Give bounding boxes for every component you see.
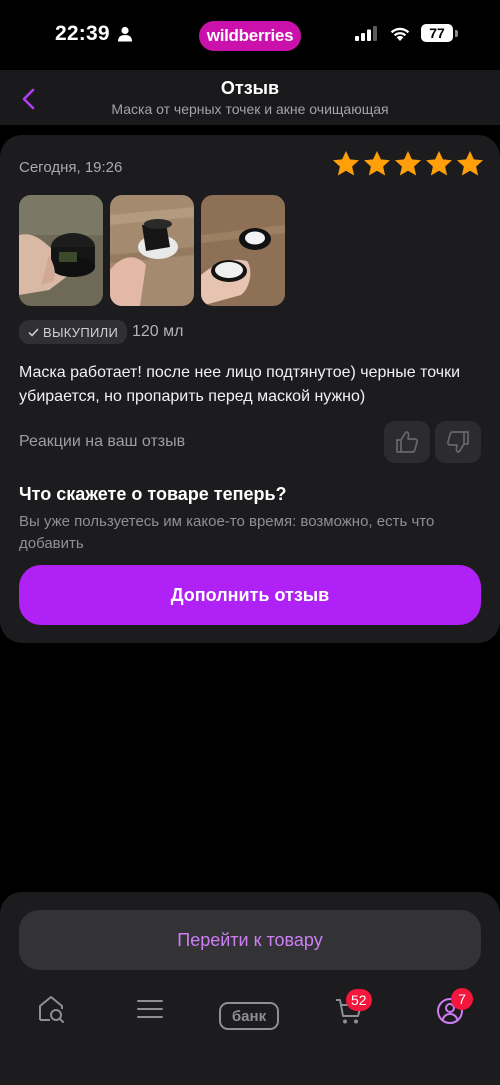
product-size: 120 мл bbox=[132, 323, 184, 340]
dislike-button[interactable] bbox=[435, 421, 481, 463]
cellular-signal-icon bbox=[355, 26, 377, 41]
review-photo-2[interactable] bbox=[110, 195, 194, 306]
profile-count-badge: 7 bbox=[451, 988, 473, 1010]
bottom-panel: Перейти к товару банк 52 7 bbox=[0, 892, 500, 1085]
person-icon bbox=[118, 26, 132, 42]
review-text: Маска работает! после нее лицо подтянуто… bbox=[19, 364, 461, 405]
review-photo-1[interactable] bbox=[19, 195, 103, 306]
product-name: Маска от черных точек и акне очищающая bbox=[111, 101, 389, 117]
review-date: Сегодня, 19:26 bbox=[19, 159, 123, 176]
check-icon bbox=[28, 327, 39, 337]
catalog-menu-icon[interactable] bbox=[136, 994, 164, 1024]
star-icon bbox=[426, 151, 452, 176]
bank-label: банк bbox=[231, 1007, 267, 1025]
wildberries-logo: wildberries bbox=[199, 21, 301, 51]
star-icon bbox=[395, 151, 421, 176]
review-photo-3[interactable] bbox=[201, 195, 285, 306]
status-bar: 22:39 wildberries 77 bbox=[0, 0, 500, 70]
profile-tab[interactable]: 7 bbox=[435, 988, 475, 1030]
reactions-label: Реакции на ваш отзыв bbox=[19, 433, 186, 450]
thumbs-down-icon bbox=[447, 431, 469, 453]
purchased-label: ВЫКУПИЛИ bbox=[43, 324, 119, 340]
followup-question: Что скажете о товаре теперь? bbox=[19, 484, 287, 504]
like-button[interactable] bbox=[384, 421, 430, 463]
status-time: 22:39 bbox=[55, 22, 110, 45]
home-search-icon[interactable] bbox=[36, 994, 66, 1024]
battery-tip bbox=[455, 30, 458, 37]
header: Отзыв Маска от черных точек и акне очища… bbox=[0, 70, 500, 125]
battery-indicator: 77 bbox=[421, 24, 453, 42]
star-icon bbox=[364, 151, 390, 176]
purchased-badge: ВЫКУПИЛИ bbox=[19, 320, 128, 344]
star-icon bbox=[457, 151, 483, 176]
followup-hint: Вы уже пользуетесь им какое-то время: во… bbox=[19, 513, 435, 552]
page-title: Отзыв bbox=[220, 78, 280, 98]
cart-tab[interactable]: 52 bbox=[334, 989, 374, 1030]
add-review-button[interactable]: Дополнить отзыв bbox=[19, 565, 481, 625]
star-icon bbox=[333, 151, 359, 176]
bank-tab[interactable]: банк bbox=[219, 1002, 279, 1030]
wifi-icon bbox=[390, 27, 410, 41]
rating-stars bbox=[331, 149, 485, 179]
cart-count-badge: 52 bbox=[346, 989, 372, 1011]
review-photos bbox=[19, 195, 285, 306]
review-card: Сегодня, 19:26 ВЫКУПИЛИ 120 мл Маска раб… bbox=[0, 135, 500, 643]
go-to-product-button[interactable]: Перейти к товару bbox=[19, 910, 481, 970]
thumbs-up-icon bbox=[396, 431, 418, 453]
